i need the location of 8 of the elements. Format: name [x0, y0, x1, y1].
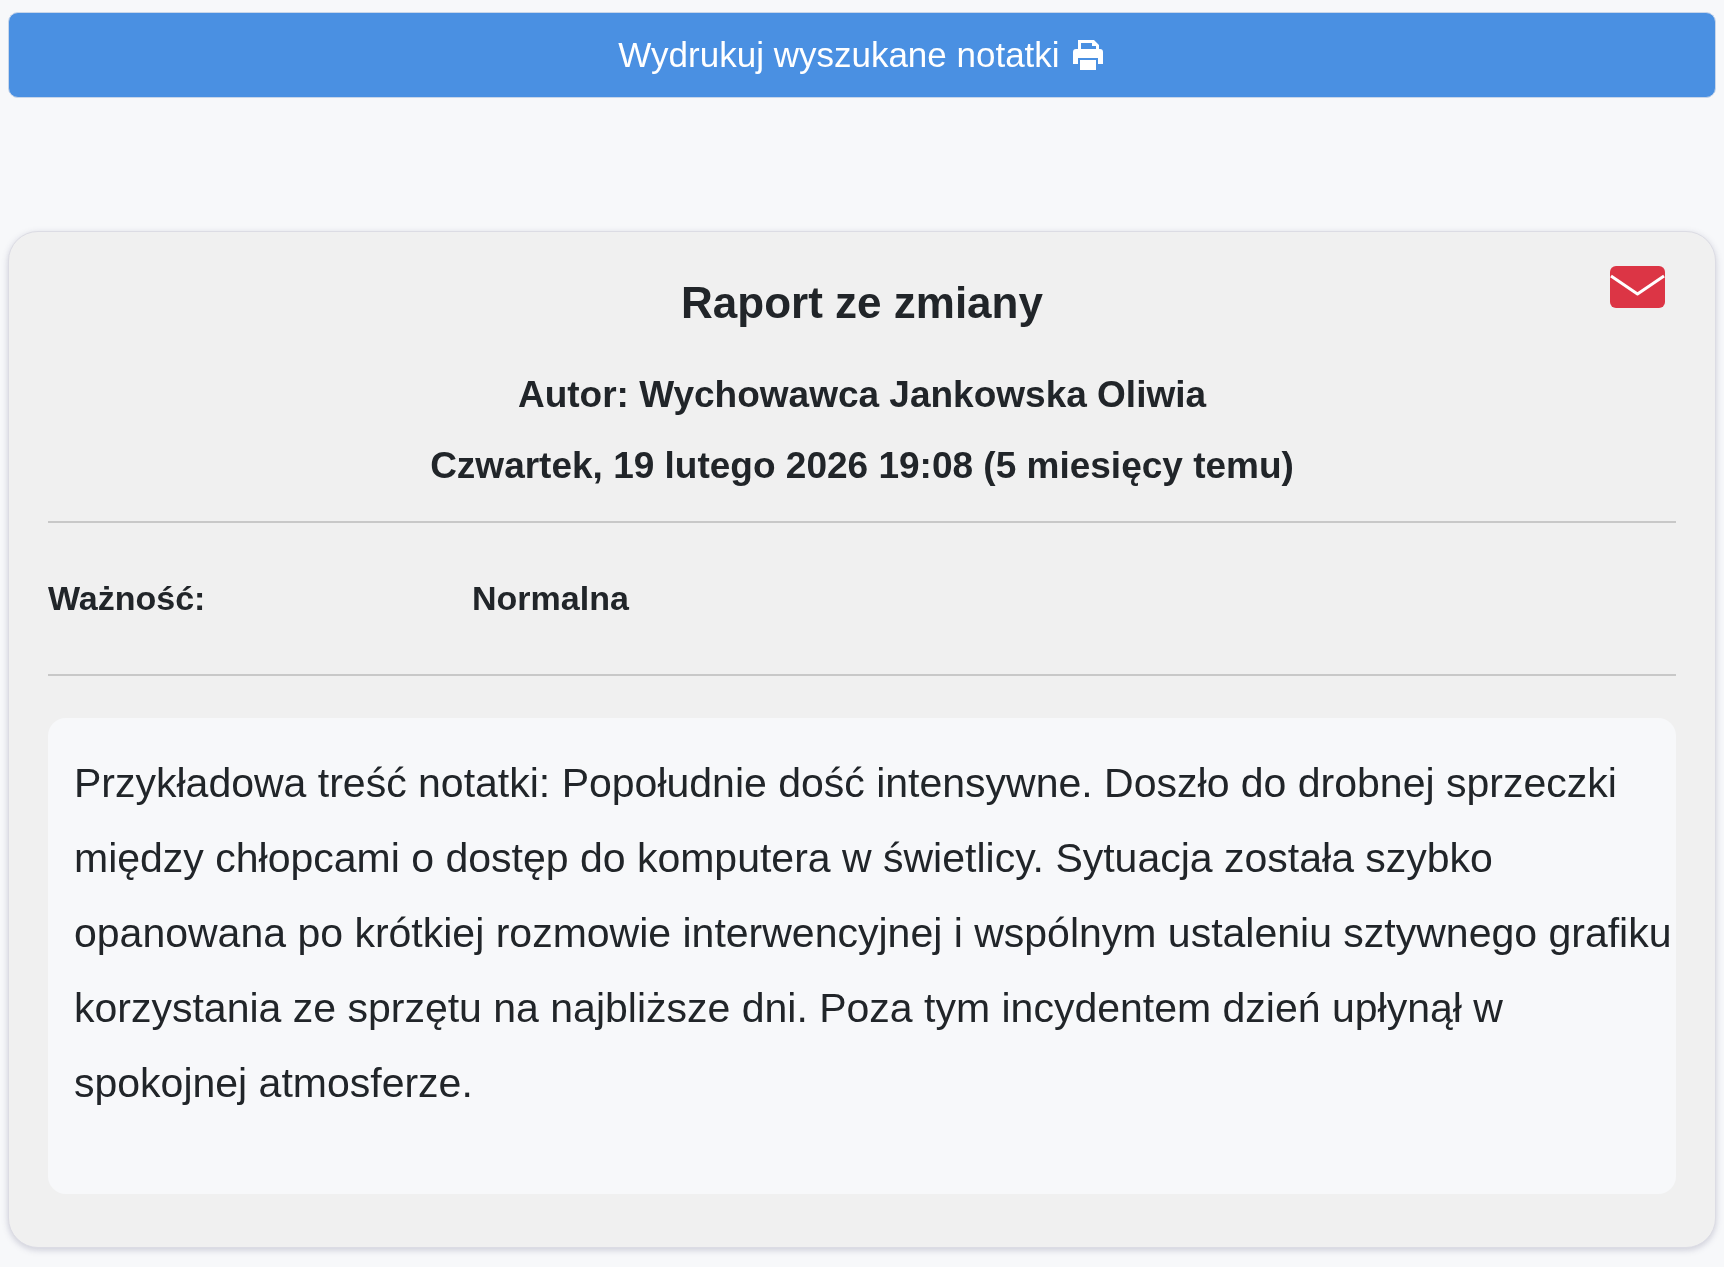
- print-button[interactable]: Wydrukuj wyszukane notatki: [8, 12, 1716, 98]
- note-date: Czwartek, 19 lutego 2026 19:08 (5 miesięcy temu): [430, 444, 1294, 488]
- note-title: Raport ze zmiany: [681, 277, 1043, 329]
- envelope-icon[interactable]: [1610, 266, 1665, 308]
- note-body: Przykładowa treść notatki: Popołudnie dość intensywne. Doszło do drobnej sprzeczki między chłopcami o dostęp do komputera w świetlicy. Sytuacja została szybko opanowana po krótkiej rozmowie interwencyjnej i wspólnym ustaleniu sztywnego grafiku korzystania ze sprzętu na najbliższe dni. Poza tym incydentem dzień upłynął w spokojnej atmosferze.: [48, 718, 1676, 1194]
- note-author: Autor: Wychowawca Jankowska Oliwia: [517, 373, 1207, 417]
- field-value: Normalna: [472, 578, 629, 619]
- field-label: Ważność:: [48, 578, 207, 619]
